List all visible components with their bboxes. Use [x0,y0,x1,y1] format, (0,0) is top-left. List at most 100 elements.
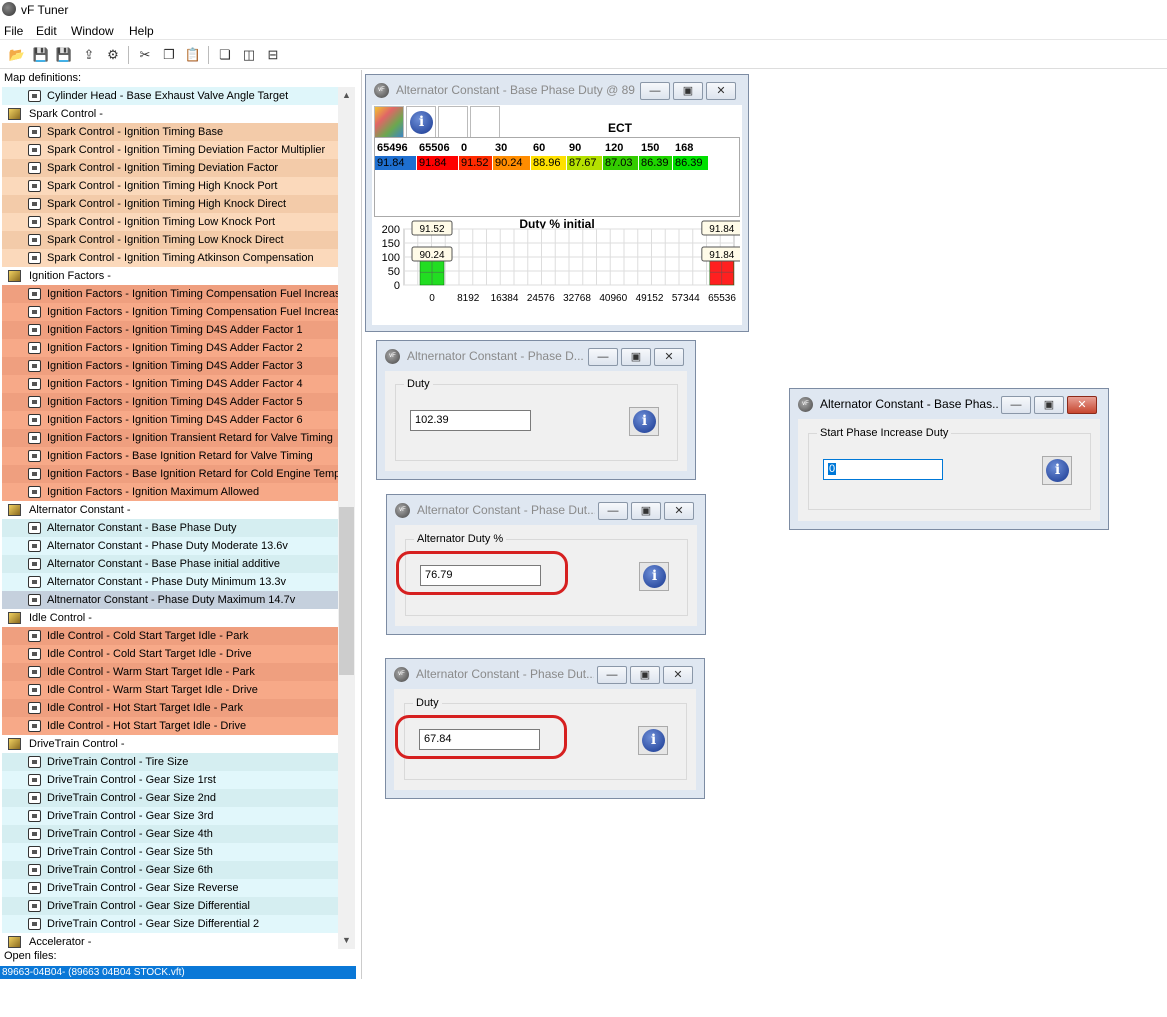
close-button[interactable]: ✕ [654,348,684,366]
cut-icon[interactable]: ✂ [136,46,154,64]
tree-map-item[interactable]: Spark Control - Ignition Timing Low Knoc… [2,213,338,231]
tree-map-item[interactable]: DriveTrain Control - Gear Size 5th [2,843,338,861]
table-cell[interactable]: 87.67 [567,156,603,170]
table-cell[interactable]: 91.52 [459,156,493,170]
tree-map-item[interactable]: DriveTrain Control - Gear Size Different… [2,915,338,933]
duty-window-1-titlebar[interactable]: vF Altnernator Constant - Phase D... — ▣… [377,341,695,371]
menu-edit[interactable]: Edit [36,24,57,38]
tree-map-item[interactable]: Ignition Factors - Ignition Timing Compe… [2,303,338,321]
close-button[interactable]: ✕ [1067,396,1097,414]
restore-button[interactable]: ▣ [621,348,651,366]
tree-map-item[interactable]: DriveTrain Control - Tire Size [2,753,338,771]
tree-map-item[interactable]: DriveTrain Control - Gear Size 3rd [2,807,338,825]
tile-vertical-icon[interactable]: ◫ [240,46,258,64]
tree-map-item[interactable]: Idle Control - Hot Start Target Idle - P… [2,699,338,717]
tile-horizontal-icon[interactable]: ⊟ [264,46,282,64]
tree-map-item[interactable]: Ignition Factors - Base Ignition Retard … [2,465,338,483]
tree-map-item[interactable]: Spark Control - Ignition Timing Atkinson… [2,249,338,267]
open-folder-icon[interactable]: 📂 [8,46,26,64]
tree-map-item[interactable]: Idle Control - Warm Start Target Idle - … [2,663,338,681]
table-cell[interactable]: 86.39 [673,156,709,170]
tree-map-item[interactable]: Ignition Factors - Ignition Timing D4S A… [2,411,338,429]
table-cell[interactable]: 86.39 [639,156,673,170]
close-button[interactable]: ✕ [706,82,736,100]
info-button[interactable]: i [1042,456,1072,485]
settings-gear-icon[interactable]: ⚙ [104,46,122,64]
tree-map-item[interactable]: Idle Control - Warm Start Target Idle - … [2,681,338,699]
tree-category[interactable]: Alternator Constant - [2,501,338,519]
tree-category[interactable]: DriveTrain Control - [2,735,338,753]
cascade-windows-icon[interactable]: ❏ [216,46,234,64]
menu-window[interactable]: Window [71,24,114,38]
start-phase-window-titlebar[interactable]: vF Alternator Constant - Base Phas... — … [790,389,1108,419]
alternator-duty-window-titlebar[interactable]: vF Alternator Constant - Phase Dut... — … [387,495,705,525]
tree-category[interactable]: Ignition Factors - [2,267,338,285]
table-cell[interactable]: 90.24 [493,156,531,170]
tree-map-item[interactable]: Idle Control - Cold Start Target Idle - … [2,645,338,663]
tree-map-item[interactable]: Idle Control - Hot Start Target Idle - D… [2,717,338,735]
tree-map-item[interactable]: Ignition Factors - Ignition Timing Compe… [2,285,338,303]
tree-map-item[interactable]: DriveTrain Control - Gear Size 2nd [2,789,338,807]
map-table[interactable]: 65496 91.84 65506 91.84 0 91.52 30 90.24 60 88.96… [374,137,740,217]
table-cell[interactable]: 91.84 [375,156,417,170]
minimize-button[interactable]: — [588,348,618,366]
tree-map-item[interactable]: DriveTrain Control - Gear Size Reverse [2,879,338,897]
tree-scrollbar[interactable]: ▲ ▼ [338,87,355,949]
menu-file[interactable]: File [4,24,23,38]
info-button[interactable]: i [639,562,669,591]
tree-map-item[interactable]: DriveTrain Control - Gear Size 6th [2,861,338,879]
tree-map-item[interactable]: Alternator Constant - Phase Duty Moderat… [2,537,338,555]
tree-category[interactable]: Accelerator - [2,933,338,951]
open-file-item[interactable]: 89663-04B04- (89663 04B04 STOCK.vft) [0,966,356,979]
tree-map-item[interactable]: Altnernator Constant - Phase Duty Maximu… [2,591,338,609]
tree-map-item[interactable]: Ignition Factors - Ignition Timing D4S A… [2,393,338,411]
save-icon[interactable]: 💾 [55,46,73,64]
restore-button[interactable]: ▣ [673,82,703,100]
minimize-button[interactable]: — [598,502,628,520]
color-palette-icon[interactable] [374,106,404,138]
minimize-button[interactable]: — [640,82,670,100]
tree-map-item[interactable]: Alternator Constant - Base Phase initial… [2,555,338,573]
tree-map-item[interactable]: Ignition Factors - Ignition Timing D4S A… [2,321,338,339]
tree-map-item[interactable]: DriveTrain Control - Gear Size 1rst [2,771,338,789]
tree-category[interactable]: Idle Control - [2,609,338,627]
close-button[interactable]: ✕ [663,666,693,684]
save-as-icon[interactable]: 💾 [32,46,50,64]
tree-map-item[interactable]: Ignition Factors - Ignition Timing D4S A… [2,357,338,375]
tree-map-item[interactable]: Spark Control - Ignition Timing High Kno… [2,177,338,195]
table-cell[interactable]: 88.96 [531,156,567,170]
close-button[interactable]: ✕ [664,502,694,520]
map-window-titlebar[interactable]: vF Alternator Constant - Base Phase Duty… [366,75,748,105]
tree-map-item[interactable]: DriveTrain Control - Gear Size Different… [2,897,338,915]
menu-help[interactable]: Help [129,24,154,38]
tree-map-item[interactable]: DriveTrain Control - Gear Size 4th [2,825,338,843]
tree-map-item[interactable]: Ignition Factors - Base Ignition Retard … [2,447,338,465]
table-cell[interactable]: 87.03 [603,156,639,170]
tree-map-item[interactable]: Spark Control - Ignition Timing Deviatio… [2,141,338,159]
tree-map-item[interactable]: Alternator Constant - Base Phase Duty [2,519,338,537]
scroll-up-icon[interactable]: ▲ [338,87,355,104]
scroll-thumb[interactable] [339,507,354,675]
minimize-button[interactable]: — [1001,396,1031,414]
scroll-down-icon[interactable]: ▼ [338,932,355,949]
page-icon[interactable] [438,106,468,138]
paste-icon[interactable]: 📋 [184,46,202,64]
tree-map-item[interactable]: Spark Control - Ignition Timing Base [2,123,338,141]
duty-input[interactable]: 102.39 [410,410,531,431]
info-button[interactable]: i [629,407,659,436]
copy-icon[interactable]: ❐ [160,46,178,64]
page-copy-icon[interactable] [470,106,500,138]
info-button[interactable]: i [406,106,436,138]
tree-category[interactable]: Spark Control - [2,105,338,123]
info-button[interactable]: i [638,726,668,755]
tree-map-item[interactable]: Ignition Factors - Ignition Transient Re… [2,429,338,447]
restore-button[interactable]: ▣ [630,666,660,684]
tree-map-item[interactable]: Spark Control - Ignition Timing Low Knoc… [2,231,338,249]
restore-button[interactable]: ▣ [631,502,661,520]
tree-map-item[interactable]: Ignition Factors - Ignition Timing D4S A… [2,375,338,393]
duty-window-3-titlebar[interactable]: vF Alternator Constant - Phase Dut... — … [386,659,704,689]
tree-map-item[interactable]: Spark Control - Ignition Timing High Kno… [2,195,338,213]
tree-map-item[interactable]: Alternator Constant - Phase Duty Minimum… [2,573,338,591]
tree-map-item[interactable]: Idle Control - Cold Start Target Idle - … [2,627,338,645]
export-icon[interactable]: ⇪ [80,46,98,64]
